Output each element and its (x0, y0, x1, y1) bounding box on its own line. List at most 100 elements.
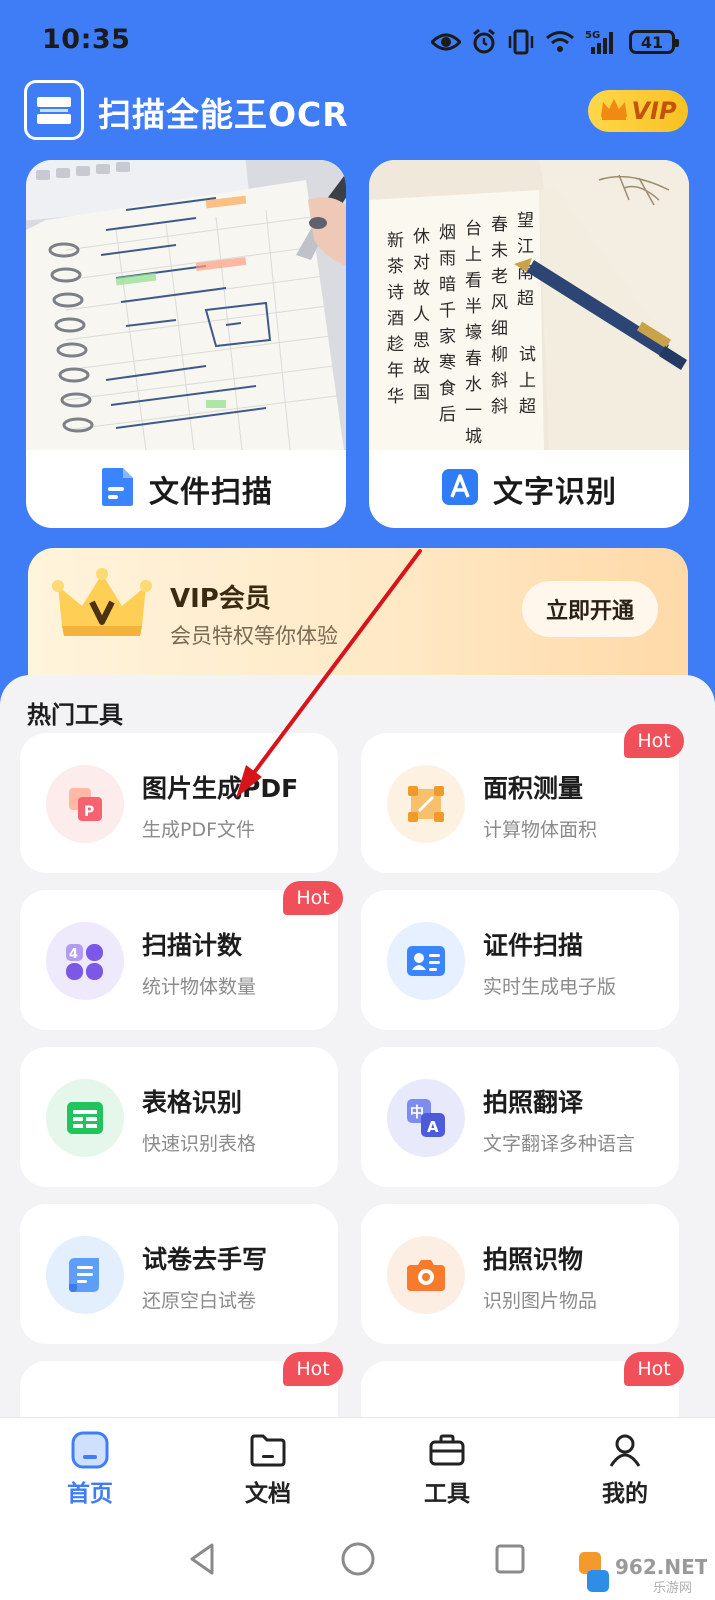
vip-open-button[interactable]: 立即开通 (522, 581, 658, 637)
svg-text:华: 华 (387, 387, 404, 407)
nav-home[interactable]: 首页 (45, 1430, 135, 1514)
svg-text:上: 上 (519, 371, 536, 391)
svg-text:试: 试 (519, 345, 536, 365)
crown-icon (599, 97, 629, 125)
status-time: 10:35 (42, 24, 131, 55)
svg-text:烟: 烟 (439, 223, 456, 243)
svg-text:风: 风 (491, 293, 508, 313)
bottom-nav: 首页 文档 工具 我的 (0, 1417, 715, 1521)
svg-text:细: 细 (491, 319, 508, 339)
svg-text:千: 千 (439, 301, 456, 321)
recents-icon[interactable] (494, 1543, 526, 1579)
letter-a-icon (441, 468, 479, 510)
tool-desc: 统计物体数量 (142, 976, 257, 998)
svg-text:A: A (427, 1118, 439, 1136)
svg-text:超: 超 (519, 397, 536, 417)
tool-id-card-scan[interactable]: 证件扫描 实时生成电子版 (361, 890, 679, 1030)
vip-badge[interactable]: VIP (588, 90, 688, 132)
hot-tag: Hot (283, 881, 343, 915)
svg-text:国: 国 (413, 383, 430, 403)
battery-indicator: 41 (629, 30, 679, 54)
tool-image-to-pdf[interactable]: P 图片生成PDF 生成PDF文件 (20, 733, 338, 873)
svg-text:壕: 壕 (465, 323, 482, 343)
svg-text:上: 上 (465, 245, 482, 265)
document-scan-foot: 文件扫描 (26, 450, 346, 528)
camera-icon (387, 1236, 465, 1314)
nav-label: 我的 (602, 1481, 648, 1507)
svg-text:超: 超 (517, 289, 534, 309)
svg-text:春: 春 (491, 215, 508, 235)
svg-text:对: 对 (413, 253, 430, 273)
translate-icon: 中A (387, 1079, 465, 1157)
tool-photo-translate[interactable]: 中A 拍照翻译 文字翻译多种语言 (361, 1047, 679, 1187)
section-title-hot-tools: 热门工具 (27, 701, 123, 729)
area-measure-icon (387, 765, 465, 843)
svg-text:人: 人 (413, 305, 430, 325)
tool-table-recognition[interactable]: 表格识别 快速识别表格 (20, 1047, 338, 1187)
nav-label: 首页 (67, 1481, 113, 1507)
count-icon: 4 (46, 922, 124, 1000)
svg-text:台: 台 (465, 219, 482, 239)
svg-text:一: 一 (465, 401, 482, 421)
svg-text:望: 望 (517, 211, 534, 231)
table-icon (46, 1079, 124, 1157)
status-bar: 10:35 5G 41 (0, 0, 715, 80)
tool-name: 图片生成PDF (142, 774, 299, 803)
svg-text:P: P (84, 804, 94, 820)
svg-text:诗: 诗 (387, 283, 404, 303)
svg-text:962.NET: 962.NET (615, 1555, 707, 1579)
svg-text:斜: 斜 (491, 397, 508, 417)
hot-tag: Hot (624, 1352, 684, 1386)
svg-text:江: 江 (517, 237, 534, 257)
document-icon (99, 467, 135, 511)
toolbox-icon (427, 1430, 467, 1470)
tool-desc: 文字翻译多种语言 (483, 1133, 636, 1155)
svg-text:趁: 趁 (387, 335, 404, 355)
svg-text:年: 年 (387, 361, 404, 381)
home-circle-icon[interactable] (340, 1541, 376, 1581)
image-to-pdf-icon: P (46, 765, 124, 843)
back-icon[interactable] (186, 1541, 218, 1581)
tool-name: 拍照识物 (483, 1245, 584, 1274)
svg-text:未: 未 (491, 241, 508, 261)
cellular-signal-icon: 5G (585, 29, 619, 55)
app-title: 扫描全能王OCR (98, 95, 349, 134)
svg-text:暗: 暗 (439, 275, 456, 295)
svg-text:水: 水 (465, 375, 482, 395)
tool-desc: 还原空白试卷 (142, 1290, 257, 1312)
tool-name: 面积测量 (483, 774, 584, 803)
nav-documents[interactable]: 文档 (223, 1430, 313, 1514)
svg-text:故: 故 (413, 357, 430, 377)
svg-text:休: 休 (413, 227, 430, 247)
tool-desc: 快速识别表格 (142, 1133, 257, 1155)
svg-text:春: 春 (465, 349, 482, 369)
tool-desc: 生成PDF文件 (142, 819, 256, 841)
text-recognition-card[interactable]: 望江南超 春未老风细柳斜斜 台上看半壕春水一城 烟雨暗千家寒食后 休对故人思故国… (369, 160, 689, 528)
svg-text:寒: 寒 (439, 353, 456, 373)
nav-profile[interactable]: 我的 (580, 1430, 670, 1514)
text-recognition-foot: 文字识别 (369, 450, 689, 528)
tool-desc: 实时生成电子版 (483, 976, 617, 998)
svg-text:后: 后 (439, 405, 456, 425)
document-scan-card[interactable]: 文件扫描 (26, 160, 346, 528)
svg-text:新: 新 (387, 231, 404, 251)
tool-desc: 识别图片物品 (483, 1290, 598, 1312)
nav-tools[interactable]: 工具 (402, 1430, 492, 1514)
id-card-icon (387, 922, 465, 1000)
calligraphy-photo: 望江南超 春未老风细柳斜斜 台上看半壕春水一城 烟雨暗千家寒食后 休对故人思故国… (369, 160, 689, 450)
svg-text:城: 城 (465, 427, 482, 447)
svg-text:故: 故 (413, 279, 430, 299)
tool-remove-handwriting[interactable]: 试卷去手写 还原空白试卷 (20, 1204, 338, 1344)
status-icons: 5G 41 (431, 26, 679, 58)
svg-text:半: 半 (465, 297, 482, 317)
app-logo-icon (24, 80, 84, 140)
svg-text:5G: 5G (585, 30, 600, 41)
tool-object-recognition[interactable]: 拍照识物 识别图片物品 (361, 1204, 679, 1344)
vip-banner-title: VIP会员 (170, 584, 271, 614)
hot-tag: Hot (283, 1352, 343, 1386)
tool-name: 试卷去手写 (142, 1245, 268, 1274)
folder-icon (248, 1430, 288, 1470)
svg-text:家: 家 (439, 327, 456, 347)
svg-text:看: 看 (465, 271, 482, 291)
tools-panel: 热门工具 P 图片生成PDF 生成PDF文件 面积测量 计算物体面积 Hot 4… (0, 675, 715, 1417)
